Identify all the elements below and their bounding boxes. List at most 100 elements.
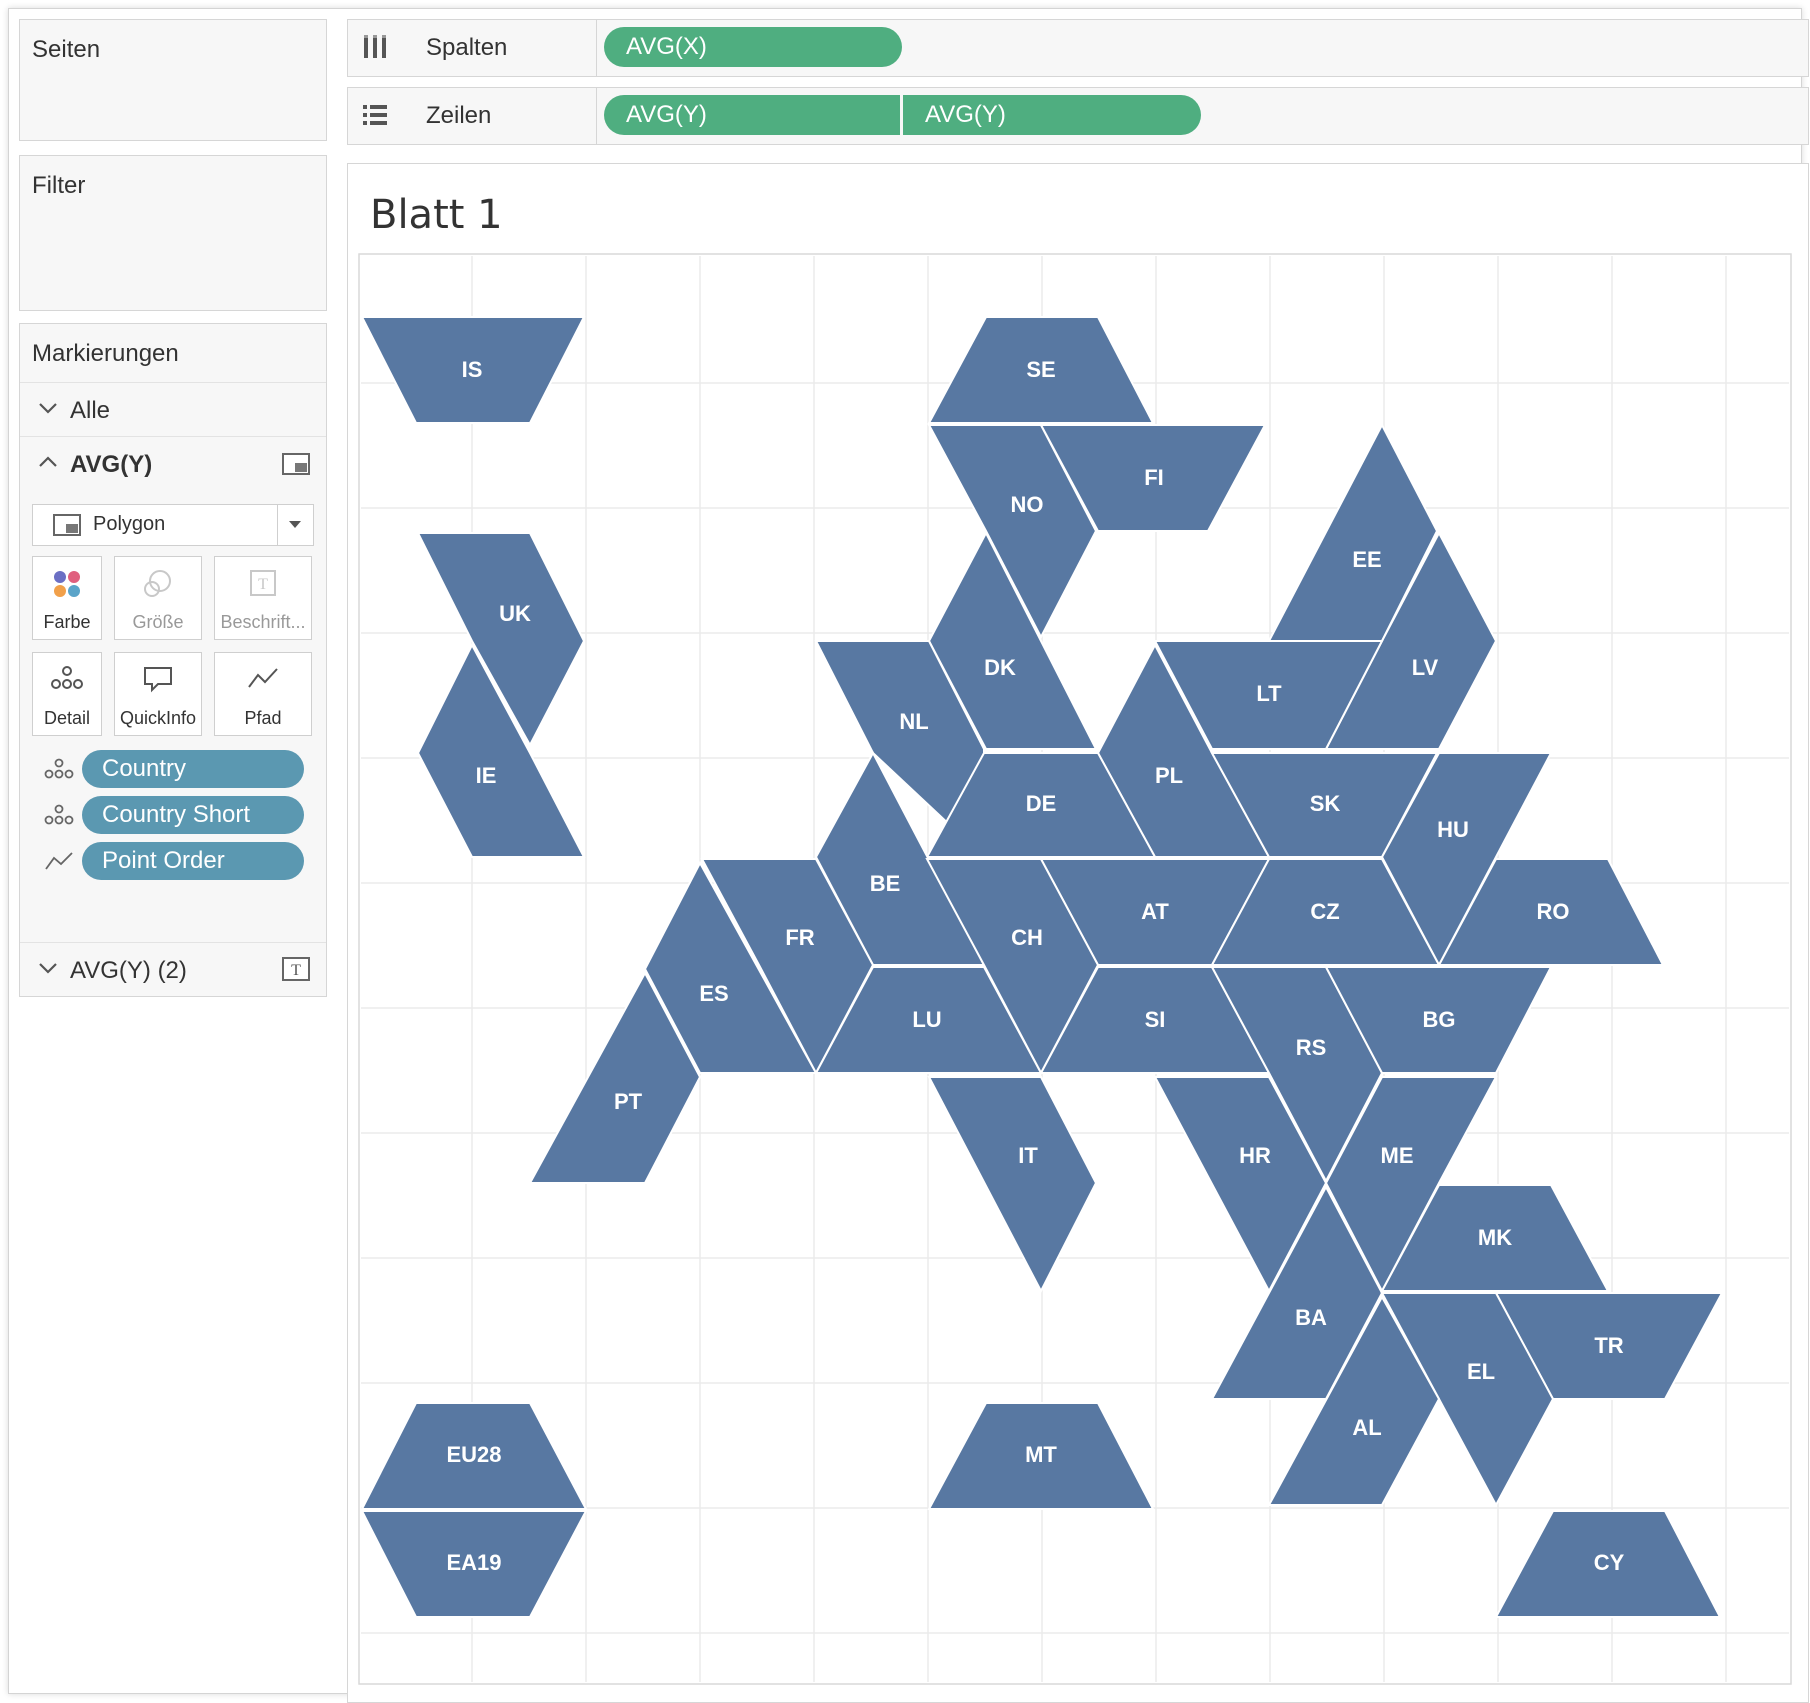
tile-label: EU28 (446, 1442, 501, 1467)
tile-label: PT (614, 1089, 643, 1114)
tile-label: AT (1141, 899, 1169, 924)
tile-label: NL (899, 709, 928, 734)
marks-all-label: Alle (70, 397, 111, 424)
polygon-mark-icon (53, 514, 81, 536)
polygon-mark-icon (282, 453, 310, 475)
tile-map-chart[interactable]: IS SE NO FI EE UK DK LV LT NL IE PL DE SK HU BE AT CZ RO FR… (348, 164, 1808, 1702)
speech-bubble-icon (144, 667, 172, 693)
tile-cy[interactable]: CY (1494, 1510, 1722, 1618)
mark-type-dropdown[interactable]: Polygon (32, 504, 314, 546)
tile-label: EL (1467, 1359, 1495, 1384)
tile-label: BA (1295, 1305, 1327, 1330)
columns-shelf-label: Spalten (426, 34, 508, 61)
tile-label: NO (1011, 492, 1044, 517)
tile-label: DK (984, 655, 1016, 680)
size-circles-icon (144, 570, 171, 597)
tile-it[interactable]: IT (927, 1076, 1098, 1294)
tile-mt[interactable]: MT (927, 1402, 1155, 1510)
tile-label: SK (1310, 791, 1341, 816)
color-button-label: Farbe (43, 612, 91, 632)
pages-panel-title: Seiten (32, 36, 101, 63)
tile-label: AL (1352, 1415, 1381, 1440)
marks-layer2-label: AVG(Y) (2) (70, 957, 187, 984)
marks-card: Markierungen Alle AVG(Y) Polygon Farbe G… (19, 323, 327, 997)
rows-pill-avg-y-1[interactable]: AVG(Y) (604, 95, 900, 135)
tile-label: LT (1256, 681, 1282, 706)
tile-ea19[interactable]: EA19 (360, 1510, 588, 1618)
tile-label: ES (699, 981, 728, 1006)
rows-shelf-label: Zeilen (426, 102, 492, 129)
size-button-label: Größe (132, 612, 184, 632)
tile-label: ME (1381, 1143, 1414, 1168)
tile-label: HR (1239, 1143, 1271, 1168)
app-window: Seiten Filter Markierungen Alle AVG(Y) P… (8, 8, 1809, 1703)
tile-label: SE (1026, 357, 1055, 382)
tile-label: MK (1478, 1225, 1512, 1250)
path-line-icon (248, 668, 278, 688)
tile-polygon[interactable] (927, 1076, 1098, 1294)
tile-label: IS (462, 357, 483, 382)
marks-layer2-row[interactable]: AVG(Y) (2) T (20, 942, 326, 997)
tile-eu28[interactable]: EU28 (360, 1402, 588, 1510)
marks-layer1-row[interactable]: AVG(Y) (20, 436, 326, 491)
field-pill-country-short[interactable]: Country Short (82, 796, 304, 834)
field-pill-country[interactable]: Country (82, 750, 304, 788)
tile-label: RO (1537, 899, 1570, 924)
tile-label: MT (1025, 1442, 1057, 1467)
text-mark-icon: T (282, 957, 310, 981)
chevron-up-icon (39, 456, 57, 467)
tile-label: EE (1352, 547, 1381, 572)
path-line-icon (45, 852, 73, 870)
tile-label: FI (1144, 465, 1164, 490)
tile-label: BE (870, 871, 901, 896)
tile-label: CH (1011, 925, 1043, 950)
tile-se[interactable]: SE (927, 316, 1155, 424)
path-button[interactable]: Pfad (214, 652, 312, 736)
detail-button[interactable]: Detail (32, 652, 102, 736)
tile-label: LV (1412, 655, 1439, 680)
color-dots-icon (54, 571, 80, 597)
columns-icon (364, 35, 386, 58)
pages-panel[interactable]: Seiten (19, 19, 327, 141)
shelf-divider (596, 88, 597, 144)
size-button[interactable]: Größe (114, 556, 202, 640)
marks-card-title: Markierungen (32, 340, 179, 367)
tile-label: PL (1155, 763, 1183, 788)
color-button[interactable]: Farbe (32, 556, 102, 640)
marks-layer1-label: AVG(Y) (70, 451, 153, 478)
detail-dots-icon (44, 804, 74, 825)
field-pill-point-order[interactable]: Point Order (82, 842, 304, 880)
tile-label: DE (1026, 791, 1057, 816)
columns-shelf[interactable]: Spalten AVG(X) (347, 19, 1809, 77)
rows-icon (363, 105, 387, 125)
rows-pill-avg-y-2[interactable]: AVG(Y) (903, 95, 1201, 135)
label-button[interactable]: T Beschrift... (214, 556, 312, 640)
detail-dots-icon (51, 666, 83, 689)
tile-label: BG (1423, 1007, 1456, 1032)
filter-panel[interactable]: Filter (19, 155, 327, 311)
columns-pill-avg-x[interactable]: AVG(X) (604, 27, 902, 67)
tile-label: FR (785, 925, 814, 950)
marks-all-row[interactable]: Alle (20, 382, 326, 437)
path-button-label: Pfad (244, 708, 282, 728)
tile-label: IT (1018, 1143, 1038, 1168)
tile-label: SI (1145, 1007, 1166, 1032)
label-button-label: Beschrift... (220, 612, 306, 632)
detail-button-label: Detail (43, 708, 91, 728)
tooltip-button[interactable]: QuickInfo (114, 652, 202, 736)
tile-is[interactable]: IS (360, 316, 586, 424)
tile-label: TR (1594, 1333, 1623, 1358)
tile-label: CY (1594, 1550, 1625, 1575)
svg-text:T: T (258, 576, 268, 593)
chevron-down-icon (289, 521, 301, 528)
worksheet-view: Blatt 1 IS SE NO FI EE UK DK LV LT NL IE PL DE SK HU BE… (347, 163, 1809, 1703)
dropdown-divider (277, 505, 278, 545)
tile-label: UK (499, 601, 531, 626)
tile-label: EA19 (446, 1550, 501, 1575)
rows-shelf[interactable]: Zeilen AVG(Y) AVG(Y) (347, 87, 1809, 145)
shelf-divider (596, 20, 597, 76)
tooltip-button-label: QuickInfo (119, 708, 197, 728)
tile-label: IE (476, 763, 497, 788)
filter-panel-title: Filter (32, 172, 86, 199)
tile-label: LU (912, 1007, 941, 1032)
